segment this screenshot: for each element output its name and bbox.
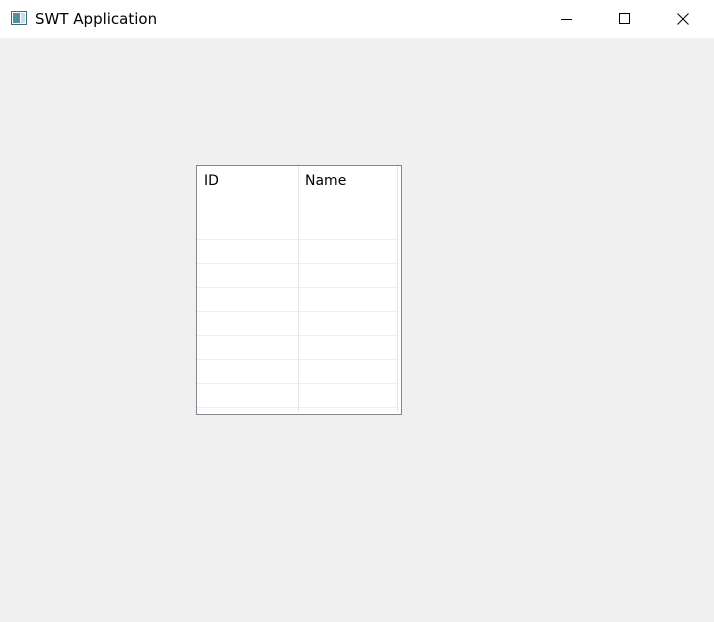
table-cell-name[interactable]	[298, 336, 397, 359]
window-title: SWT Application	[35, 10, 158, 28]
app-window: SWT Application ID Name	[0, 0, 714, 622]
close-icon	[677, 13, 689, 25]
minimize-button[interactable]	[538, 0, 596, 38]
table-cell-id[interactable]	[197, 336, 298, 359]
column-divider[interactable]	[397, 166, 398, 412]
table-cell-name[interactable]	[298, 312, 397, 335]
table-cell-name[interactable]	[298, 288, 397, 311]
table-cell-name[interactable]	[298, 360, 397, 383]
table-cell-id[interactable]	[197, 264, 298, 287]
column-header-name[interactable]: Name	[298, 166, 397, 216]
table-cell-id[interactable]	[197, 216, 298, 239]
table-cell-id[interactable]	[197, 240, 298, 263]
table-cell-id[interactable]	[197, 384, 298, 407]
column-divider[interactable]	[298, 166, 299, 412]
close-button[interactable]	[654, 0, 712, 38]
title-bar[interactable]: SWT Application	[0, 0, 714, 38]
app-window-icon	[11, 11, 27, 25]
table-cell-name[interactable]	[298, 384, 397, 407]
table-cell-name[interactable]	[298, 264, 397, 287]
table-cell-name[interactable]	[298, 240, 397, 263]
minimize-icon	[561, 19, 572, 20]
maximize-button[interactable]	[596, 0, 654, 38]
table-cell-id[interactable]	[197, 360, 298, 383]
maximize-icon	[619, 13, 630, 24]
data-table[interactable]: ID Name	[196, 165, 402, 415]
table-cell-name[interactable]	[298, 216, 397, 239]
table-cell-id[interactable]	[197, 288, 298, 311]
column-header-id[interactable]: ID	[197, 166, 298, 216]
table-cell-id[interactable]	[197, 312, 298, 335]
